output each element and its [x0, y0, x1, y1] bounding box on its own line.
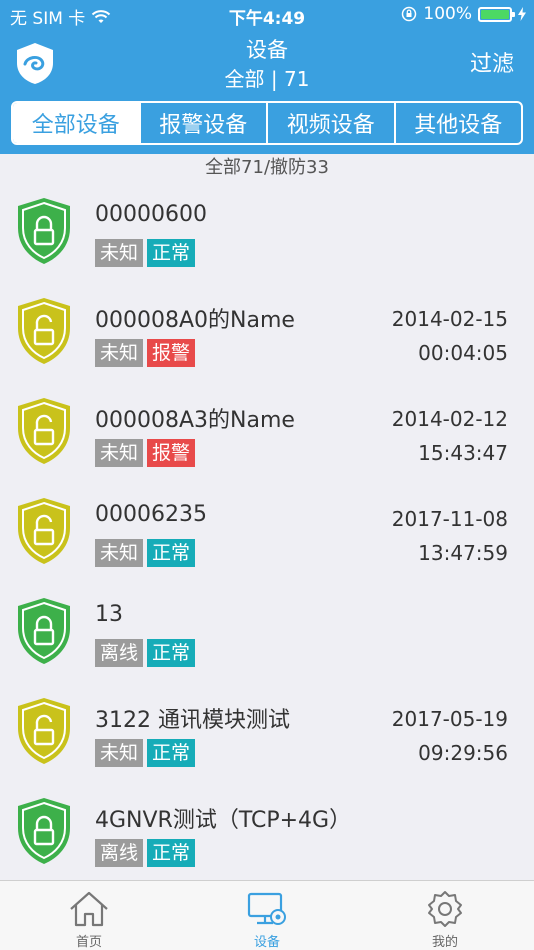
shield-locked-icon [18, 798, 70, 864]
tab-video-devices[interactable]: 视频设备 [268, 103, 396, 143]
device-connection-badge: 未知 [95, 239, 144, 267]
device-event-date: 2017-11-08 [391, 507, 508, 531]
device-connection-badge: 未知 [95, 739, 144, 767]
device-last-event-time: 2014-02-15 00:04:05 [392, 302, 508, 370]
tab-other-devices[interactable]: 其他设备 [396, 103, 522, 143]
device-connection-badge: 未知 [95, 539, 144, 567]
device-row[interactable]: 00006235 未知 正常 2017-11-08 13:47:59 [0, 482, 534, 582]
tabbar-item-devices[interactable]: 设备 [178, 881, 356, 950]
tabbar-label-home: 首页 [75, 935, 102, 950]
status-right: 100% [401, 4, 526, 24]
device-category-tabs: 全部设备 报警设备 视频设备 其他设备 [11, 101, 523, 145]
device-last-event-time: 2017-05-19 09:29:56 [392, 702, 508, 770]
device-row[interactable]: 00000600 未知 正常 [0, 182, 534, 282]
page-title: 设备 [246, 38, 288, 62]
device-name: 000008A0的Name [95, 308, 295, 333]
device-state-badge: 报警 [147, 439, 196, 467]
device-state-badge: 正常 [147, 639, 196, 667]
device-tags: 未知 正常 [95, 539, 196, 567]
device-name: 3122 通讯模块测试 [95, 708, 290, 733]
device-event-clock: 15:43:47 [418, 441, 508, 465]
device-event-date: 2014-02-15 [391, 307, 508, 331]
device-row[interactable]: 4GNVR测试（TCP+4G） 离线 正常 [0, 782, 534, 882]
navigation-bar: 设备 全部 | 71 过滤 全部设备 报警设备 视频设备 其他设备 [0, 30, 534, 154]
tab-all-devices[interactable]: 全部设备 [13, 103, 141, 143]
device-name: 13 [95, 602, 123, 627]
status-bar: 无 SIM 卡 下午4:49 100% [0, 0, 534, 30]
device-event-clock: 09:29:56 [418, 741, 508, 765]
device-last-event-time: 2017-11-08 13:47:59 [392, 502, 508, 570]
page-subtitle: 全部 | 71 [224, 67, 310, 91]
device-connection-badge: 离线 [95, 639, 144, 667]
device-tags: 未知 报警 [95, 339, 196, 367]
device-row[interactable]: 13 离线 正常 [0, 582, 534, 682]
device-event-date: 2017-05-19 [391, 707, 508, 731]
device-monitor-icon [247, 892, 286, 925]
device-tags: 未知 正常 [95, 239, 196, 267]
device-name: 00000600 [95, 202, 207, 227]
device-tags: 离线 正常 [95, 639, 196, 667]
tabbar-label-mine: 我的 [431, 935, 458, 950]
device-last-event-time: 2014-02-12 15:43:47 [392, 402, 508, 470]
shield-unlocked-icon [18, 498, 70, 564]
tabbar-label-devices: 设备 [253, 935, 280, 950]
home-icon [70, 891, 108, 927]
tabbar-item-mine[interactable]: 我的 [356, 881, 534, 950]
device-row[interactable]: 3122 通讯模块测试 未知 正常 2017-05-19 09:29:56 [0, 682, 534, 782]
tab-alarm-devices[interactable]: 报警设备 [141, 103, 268, 143]
device-row[interactable]: 000008A3的Name 未知 报警 2014-02-12 15:43:47 [0, 382, 534, 482]
device-connection-badge: 未知 [95, 339, 144, 367]
device-event-clock: 00:04:05 [418, 341, 508, 365]
device-event-clock: 13:47:59 [418, 541, 508, 565]
device-state-badge: 正常 [147, 739, 196, 767]
device-state-badge: 正常 [147, 839, 196, 867]
device-state-badge: 正常 [147, 239, 196, 267]
device-name: 4GNVR测试（TCP+4G） [95, 808, 352, 833]
device-connection-badge: 未知 [95, 439, 144, 467]
device-summary: 全部71/撤防33 [205, 157, 329, 178]
gear-icon [428, 891, 462, 927]
device-list: 00000600 未知 正常 000008A0的Name 未知 报警 2014-02-15 0… [0, 182, 534, 882]
device-name: 00006235 [95, 502, 207, 527]
shield-unlocked-icon [18, 698, 70, 764]
filter-button[interactable]: 过滤 [470, 46, 514, 78]
shield-unlocked-icon [18, 298, 70, 364]
shield-locked-icon [18, 598, 70, 664]
battery-icon [478, 6, 515, 22]
device-row[interactable]: 000008A0的Name 未知 报警 2014-02-15 00:04:05 [0, 282, 534, 382]
device-connection-badge: 离线 [95, 839, 144, 867]
device-name: 000008A3的Name [95, 408, 295, 433]
battery-percent: 100% [423, 4, 472, 24]
bottom-tab-bar: 首页 设备 我的 [0, 880, 534, 950]
device-state-badge: 报警 [147, 339, 196, 367]
device-tags: 离线 正常 [95, 839, 196, 867]
tabbar-item-home[interactable]: 首页 [0, 881, 178, 950]
device-tags: 未知 报警 [95, 439, 196, 467]
charging-icon [518, 7, 526, 21]
device-event-date: 2014-02-12 [391, 407, 508, 431]
device-state-badge: 正常 [147, 539, 196, 567]
device-tags: 未知 正常 [95, 739, 196, 767]
shield-unlocked-icon [18, 398, 70, 464]
shield-locked-icon [18, 198, 70, 264]
rotation-lock-icon [402, 6, 417, 22]
